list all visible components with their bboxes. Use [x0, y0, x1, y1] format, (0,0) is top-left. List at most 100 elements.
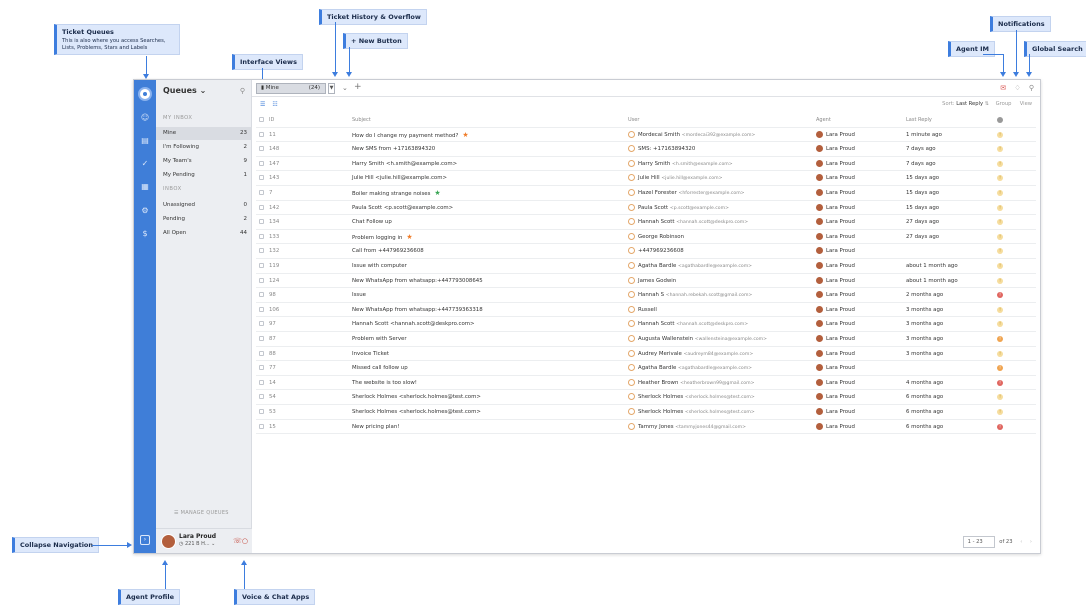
notifications-icon[interactable]: ♢	[1014, 84, 1020, 92]
ticket-user[interactable]: Russell	[628, 303, 657, 318]
ticket-agent[interactable]: Lara Proud	[816, 332, 855, 346]
voice-chat-apps-icon[interactable]: ☏○	[233, 537, 248, 545]
star-icon[interactable]: ★	[406, 233, 412, 241]
ticket-user[interactable]: Hannah Scott <hannah.scott@deskpro.com>	[628, 317, 748, 332]
row-checkbox[interactable]	[259, 233, 264, 239]
prev-page-icon[interactable]: ‹	[1020, 539, 1022, 545]
ticket-user[interactable]: Sherlock Holmes <sherlock.holmes@test.co…	[628, 405, 755, 420]
check-icon[interactable]: ✓	[140, 159, 150, 169]
ticket-subject[interactable]: Hannah Scott <hannah.scott@deskpro.com>	[352, 317, 475, 331]
ticket-subject[interactable]: Harry Smith <h.smith@example.com>	[352, 157, 457, 171]
table-row[interactable]: 106 New WhatsApp from whatsapp:+447739363…	[256, 303, 1036, 318]
queue-item-pending[interactable]: Pending 2	[156, 213, 252, 226]
ticket-user[interactable]: +447969236608	[628, 244, 684, 259]
sort-controls[interactable]: Sort: Last Reply ⇅ Group View	[942, 101, 1032, 107]
queue-item-all-open[interactable]: All Open 44	[156, 227, 252, 240]
ticket-subject[interactable]: New pricing plan!	[352, 420, 399, 434]
table-row[interactable]: 7 Boiler making strange noises ★ Hazel Fore…	[256, 186, 1036, 201]
column-last-reply[interactable]: Last Reply	[906, 113, 932, 127]
queue-item-mine[interactable]: Mine 23	[156, 127, 252, 140]
ticket-agent[interactable]: Lara Proud	[816, 244, 855, 258]
table-row[interactable]: 132 Call from +447969236608 +447969236608 …	[256, 244, 1036, 259]
table-row[interactable]: 143 Julie Hill <julie.hill@example.com> Ju…	[256, 171, 1036, 186]
table-row[interactable]: 147 Harry Smith <h.smith@example.com> Harr…	[256, 157, 1036, 172]
ticket-subject[interactable]: Julie Hill <julie.hill@example.com>	[352, 171, 447, 185]
ticket-agent[interactable]: Lara Proud	[816, 361, 855, 375]
ticket-agent[interactable]: Lara Proud	[816, 405, 855, 419]
manage-queues-link[interactable]: ☰ MANAGE QUEUES	[174, 510, 229, 516]
ticket-agent[interactable]: Lara Proud	[816, 288, 855, 302]
row-checkbox[interactable]	[259, 160, 264, 166]
row-checkbox[interactable]	[259, 277, 264, 283]
queue-item-pending-mine[interactable]: My Pending 1	[156, 169, 252, 182]
table-row[interactable]: 53 Sherlock Holmes <sherlock.holmes@test.…	[256, 405, 1036, 420]
table-row[interactable]: 15 New pricing plan! Tammy Jones <tammyjon…	[256, 420, 1036, 435]
next-page-icon[interactable]: ›	[1030, 539, 1032, 545]
ticket-agent[interactable]: Lara Proud	[816, 215, 855, 229]
ticket-agent[interactable]: Lara Proud	[816, 157, 855, 171]
user-icon[interactable]: ☺	[140, 113, 150, 123]
ticket-user[interactable]: Heather Brown <heatherbrown99@gmail.com>	[628, 376, 754, 391]
ticket-subject[interactable]: Boiler making strange noises ★	[352, 186, 441, 201]
ticket-user[interactable]: Sherlock Holmes <sherlock.holmes@test.co…	[628, 390, 755, 405]
ticket-history-button[interactable]: ⌄	[342, 84, 348, 92]
ticket-subject[interactable]: The website is too slow!	[352, 376, 417, 390]
new-button[interactable]: +	[354, 82, 362, 92]
row-checkbox[interactable]	[259, 219, 264, 225]
ticket-agent[interactable]: Lara Proud	[816, 171, 855, 185]
ticket-subject[interactable]: How do I change my payment method? ★	[352, 128, 469, 143]
ticket-user[interactable]: Paula Scott <p.scott@example.com>	[628, 201, 729, 216]
ticket-agent[interactable]: Lara Proud	[816, 201, 855, 215]
row-checkbox[interactable]	[259, 263, 264, 268]
column-status[interactable]	[997, 117, 1003, 123]
ticket-agent[interactable]: Lara Proud	[816, 420, 855, 434]
ticket-subject[interactable]: Call from +447969236608	[352, 244, 424, 258]
table-row[interactable]: 148 New SMS from +17163894320 SMS: +171638…	[256, 142, 1036, 157]
ticket-subject[interactable]: Problem with Server	[352, 332, 407, 346]
tab-mine[interactable]: ▮ Mine (24)	[256, 83, 326, 94]
view-button[interactable]: View	[1020, 101, 1032, 107]
table-row[interactable]: 134 Chat Follow up Hannah Scott <hannah.sc…	[256, 215, 1036, 230]
column-subject[interactable]: Subject	[352, 113, 371, 127]
ticket-user[interactable]: Hannah S <hannah.rebekah.scott@gmail.com…	[628, 288, 752, 303]
ticket-subject[interactable]: Sherlock Holmes <sherlock.holmes@test.co…	[352, 405, 481, 419]
table-view-icon[interactable]: ☷	[272, 101, 277, 108]
column-agent[interactable]: Agent	[816, 113, 831, 127]
row-checkbox[interactable]	[259, 321, 264, 327]
collapse-navigation-button[interactable]: ›	[140, 535, 150, 545]
select-all-checkbox[interactable]	[259, 117, 264, 122]
global-search-icon[interactable]: ⚲	[1029, 84, 1034, 92]
ticket-user[interactable]: George Robinson	[628, 230, 684, 245]
ticket-user[interactable]: SMS: +17163894320	[628, 142, 695, 157]
ticket-agent[interactable]: Lara Proud	[816, 142, 855, 156]
queues-title[interactable]: Queues ⌄	[163, 86, 206, 95]
ticket-subject[interactable]: Paula Scott <p.scott@example.com>	[352, 201, 453, 215]
table-row[interactable]: 142 Paula Scott <p.scott@example.com> Paul…	[256, 201, 1036, 216]
ticket-user[interactable]: Hazel Forester <hforrester@example.com>	[628, 186, 745, 201]
ticket-user[interactable]: Hannah Scott <hannah.scott@deskpro.com>	[628, 215, 748, 230]
ticket-agent[interactable]: Lara Proud	[816, 376, 855, 390]
ticket-subject[interactable]: Invoice Ticket	[352, 347, 389, 361]
ticket-subject[interactable]: New WhatsApp from whatsapp:+447739363318	[352, 303, 483, 317]
queue-item-following[interactable]: I'm Following 2	[156, 141, 252, 154]
page-range[interactable]: 1 - 23	[962, 536, 995, 548]
row-checkbox[interactable]	[259, 131, 264, 137]
column-user[interactable]: User	[628, 113, 639, 127]
search-icon[interactable]: ⚲	[240, 87, 245, 95]
group-button[interactable]: Group	[996, 101, 1012, 107]
ticket-agent[interactable]: Lara Proud	[816, 259, 855, 273]
row-checkbox[interactable]	[259, 175, 264, 181]
ticket-subject[interactable]: New WhatsApp from whatsapp:+447793008645	[352, 274, 483, 288]
gear-icon[interactable]: ⚙	[140, 206, 150, 216]
row-checkbox[interactable]	[259, 365, 264, 371]
ticket-user[interactable]: James Godwin	[628, 274, 676, 289]
row-checkbox[interactable]	[259, 409, 264, 414]
ticket-user[interactable]: Julie Hill <julie.hill@example.com>	[628, 171, 722, 186]
ticket-subject[interactable]: Missed call follow up	[352, 361, 408, 375]
row-checkbox[interactable]	[259, 394, 264, 400]
ticket-user[interactable]: Tammy Jones <tammyjones44@gmail.com>	[628, 420, 746, 435]
row-checkbox[interactable]	[259, 336, 264, 341]
ticket-user[interactable]: Mordecai Smith <mordecai392@example.com>	[628, 128, 755, 143]
row-checkbox[interactable]	[259, 190, 264, 195]
ticket-agent[interactable]: Lara Proud	[816, 274, 855, 288]
